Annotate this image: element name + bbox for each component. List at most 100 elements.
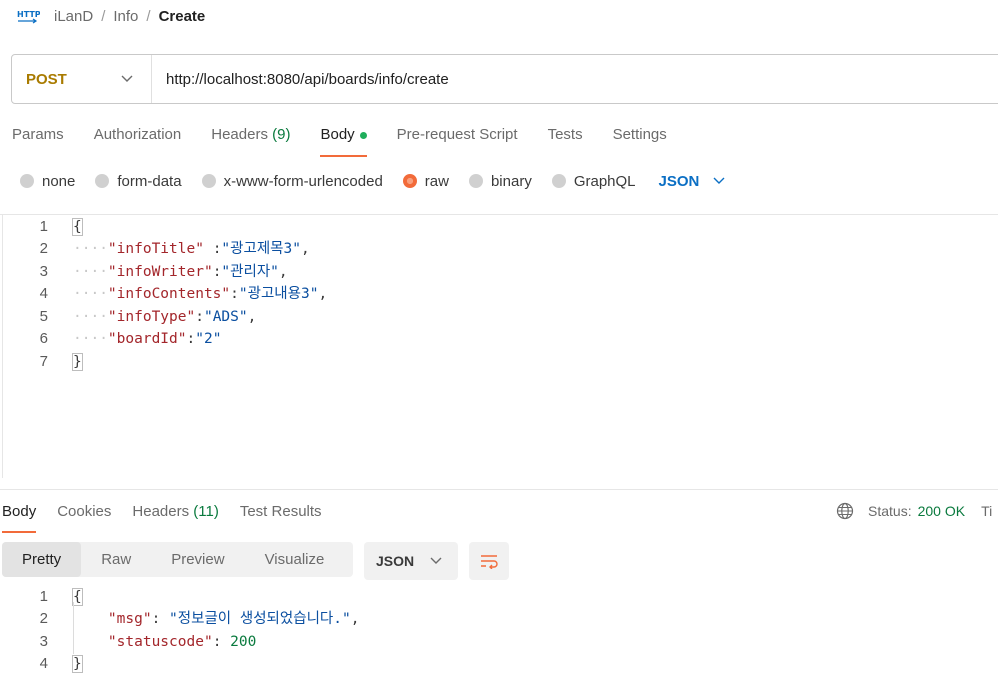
globe-icon[interactable] (836, 502, 854, 520)
close-brace: } (72, 353, 83, 371)
radio-graphql[interactable]: GraphQL (551, 173, 636, 190)
breadcrumb-separator: / (101, 7, 106, 25)
tab-label: Body (2, 503, 37, 520)
radio-x-www-form-urlencoded[interactable]: x-www-form-urlencoded (201, 172, 383, 190)
tab-label: Tests (547, 126, 583, 143)
response-body-viewer[interactable]: 1 2 3 4 { "msg": "정보글이 생성되었습니다.", "statu… (0, 586, 998, 686)
response-format-select[interactable]: JSON (364, 542, 458, 580)
close-brace: } (72, 655, 83, 673)
tab-authorization[interactable]: Authorization (94, 118, 182, 156)
json-key: "infoTitle" (107, 241, 204, 257)
wrap-lines-button[interactable] (469, 542, 509, 580)
json-value: "정보글이 생성되었습니다." (169, 611, 351, 627)
view-pretty-button[interactable]: Pretty (2, 542, 82, 577)
method-select[interactable]: POST (12, 55, 152, 103)
comma: , (247, 309, 257, 325)
radio-label: x-www-form-urlencoded (223, 172, 383, 190)
radio-binary[interactable]: binary (468, 173, 532, 190)
json-key: "boardId" (107, 331, 187, 347)
open-brace: { (72, 218, 83, 236)
http-icon: HTTP (17, 10, 40, 24)
tab-label: Cookies (57, 503, 112, 520)
response-tab-headers[interactable]: Headers (11) (132, 497, 218, 531)
headers-count: (11) (193, 503, 219, 520)
chevron-down-icon (430, 557, 442, 564)
body-type-options: none form-data x-www-form-urlencoded raw… (20, 168, 725, 194)
tab-label: Body (320, 126, 355, 143)
line-number: 1 (39, 218, 48, 235)
tab-label: Test Results (239, 503, 322, 520)
json-key: "infoType" (107, 309, 196, 325)
response-format-label: JSON (376, 553, 415, 569)
view-label: Pretty (22, 551, 62, 568)
radio-icon (468, 174, 483, 188)
response-tab-cookies[interactable]: Cookies (57, 497, 111, 531)
editor-border (0, 214, 998, 215)
code-line: ····"infoType":"ADS", (73, 309, 257, 325)
tab-label: Authorization (93, 126, 182, 143)
wrap-lines-icon (481, 555, 498, 569)
json-key: "statuscode" (107, 634, 213, 650)
code-line: } (72, 351, 83, 373)
radio-icon (20, 174, 34, 188)
headers-count: (9) (272, 126, 291, 143)
view-label: Preview (171, 551, 225, 568)
code-line: "statuscode": 200 (107, 634, 257, 650)
tab-label: Headers (211, 126, 268, 143)
line-number: 4 (39, 655, 48, 672)
json-value: "ADS" (203, 309, 248, 325)
response-tab-test-results[interactable]: Test Results (240, 497, 322, 531)
radio-selected-icon (402, 174, 417, 188)
code-line: ····"boardId":"2" (73, 331, 222, 347)
json-key: "msg" (107, 611, 152, 627)
comma: , (300, 241, 310, 257)
request-name[interactable]: Create (159, 8, 206, 25)
code-line: ····"infoWriter":"관리자", (73, 264, 288, 280)
url-input[interactable]: http://localhost:8080/api/boards/info/cr… (152, 71, 449, 88)
line-number: 6 (39, 330, 48, 347)
pane-divider[interactable] (0, 489, 998, 490)
code-line: "msg": "정보글이 생성되었습니다.", (107, 611, 360, 627)
code-line: ····"infoTitle" :"광고제목3", (73, 241, 310, 257)
status-label: Status: (868, 503, 912, 519)
tab-settings[interactable]: Settings (613, 118, 667, 156)
view-raw-button[interactable]: Raw (81, 542, 151, 577)
radio-none[interactable]: none (20, 173, 75, 190)
tab-pre-request-script[interactable]: Pre-request Script (397, 118, 518, 156)
line-number: 5 (39, 308, 48, 325)
breadcrumb-workspace[interactable]: iLanD (54, 8, 93, 25)
status-badge: 200 OK (917, 503, 966, 519)
code-line: } (72, 653, 83, 675)
tab-params[interactable]: Params (12, 118, 64, 156)
json-value: "광고제목3" (221, 241, 301, 257)
response-tabs: Body Cookies Headers (11) Test Results (0, 497, 341, 533)
breadcrumb: HTTP iLanD / Info / Create (16, 4, 205, 28)
open-brace: { (72, 588, 83, 606)
response-status: Status: 200 OK Ti (836, 500, 992, 522)
radio-label: none (42, 172, 76, 190)
radio-form-data[interactable]: form-data (95, 173, 182, 190)
body-format-select[interactable]: JSON (659, 173, 726, 190)
url-bar: POST http://localhost:8080/api/boards/in… (11, 54, 998, 104)
code-line: ····"infoContents":"광고내용3", (73, 286, 328, 302)
chevron-down-icon (713, 177, 725, 184)
tab-tests[interactable]: Tests (548, 118, 583, 156)
line-number: 3 (39, 263, 48, 280)
response-tab-body[interactable]: Body (2, 497, 37, 533)
view-label: Visualize (264, 551, 325, 568)
tab-label: Headers (132, 503, 190, 520)
request-tabs: Params Authorization Headers (9) Body Pr… (0, 118, 685, 157)
tab-headers[interactable]: Headers (9) (211, 118, 290, 156)
line-number: 7 (39, 353, 48, 370)
breadcrumb-folder[interactable]: Info (113, 8, 138, 25)
indent-guide (73, 602, 74, 654)
request-body-editor[interactable]: 1 2 3 4 5 6 7 { ····"infoTitle" :"광고제목3"… (0, 216, 998, 478)
line-number: 2 (39, 240, 48, 257)
view-preview-button[interactable]: Preview (151, 542, 244, 577)
line-number: 4 (39, 285, 48, 302)
view-visualize-button[interactable]: Visualize (245, 542, 345, 577)
tab-body[interactable]: Body (320, 118, 367, 157)
radio-raw[interactable]: raw (402, 173, 449, 190)
radio-icon (201, 174, 216, 188)
